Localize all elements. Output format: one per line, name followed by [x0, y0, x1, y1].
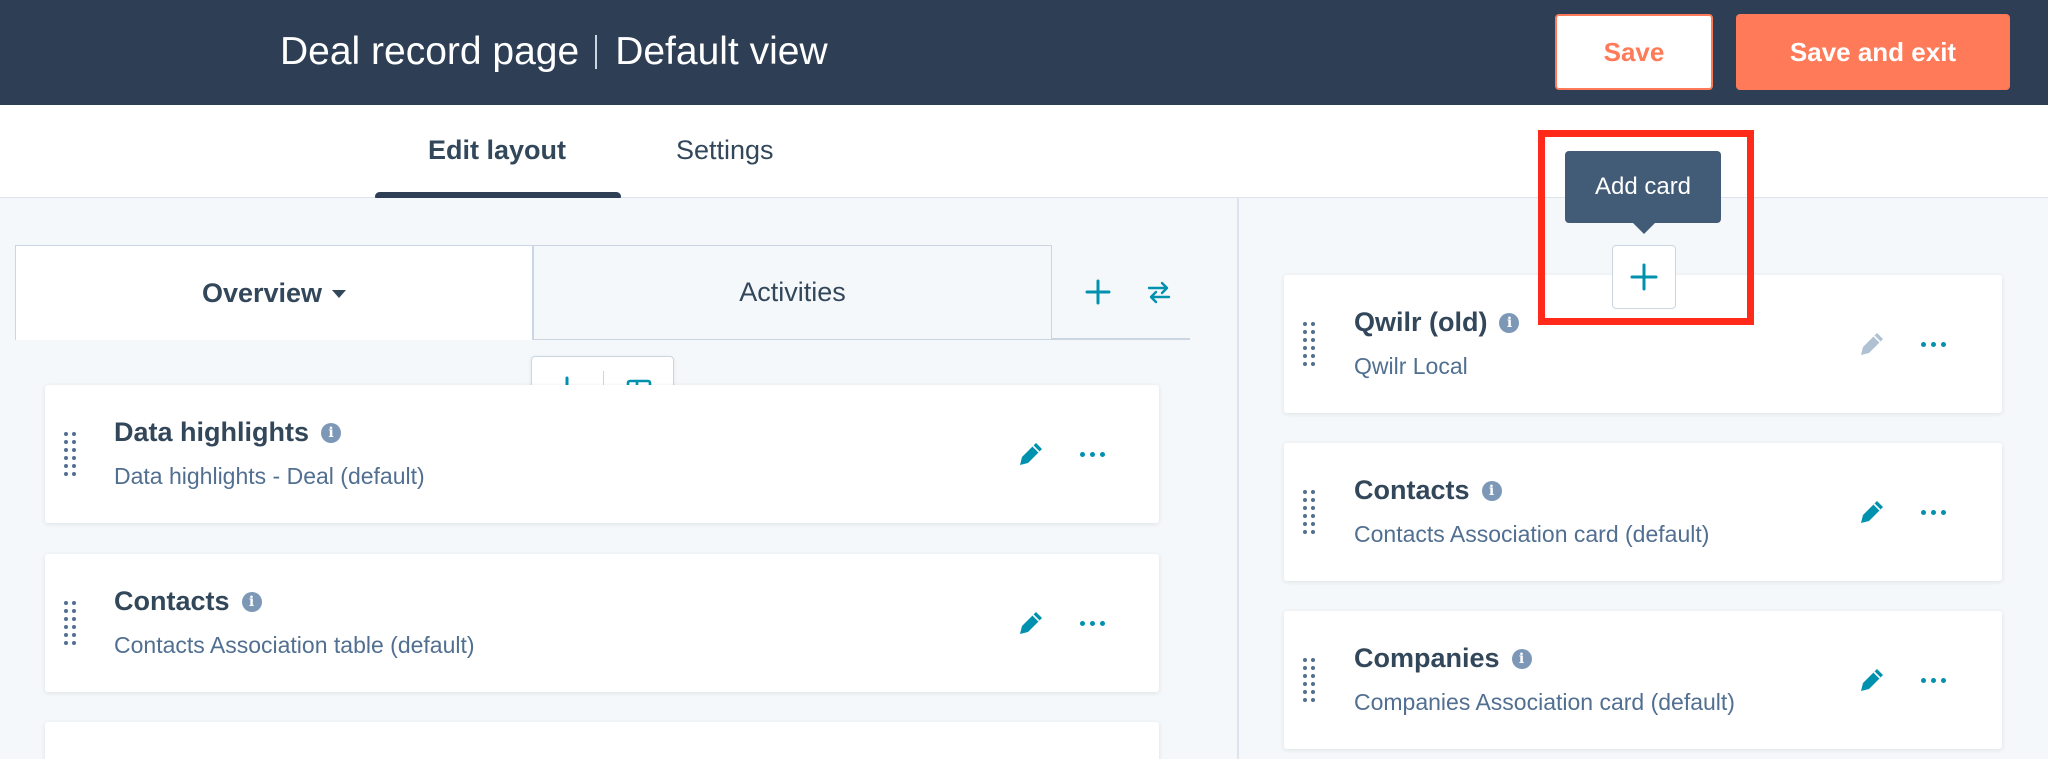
- tab-activities-label: Activities: [739, 277, 846, 307]
- annotation-highlight-box: [1538, 130, 1754, 325]
- more-icon-dot: [1920, 677, 1926, 683]
- card-subtitle: Qwilr Local: [1354, 353, 1468, 379]
- edit-card-button-disabled[interactable]: [1855, 327, 1889, 361]
- column-divider: [1237, 198, 1239, 759]
- more-icon-dot: [1099, 451, 1105, 457]
- edit-card-button[interactable]: [1014, 437, 1048, 471]
- pencil-icon: [1020, 443, 1042, 465]
- info-icon[interactable]: i: [1511, 648, 1532, 669]
- more-icon-dot: [1089, 620, 1095, 626]
- drag-handle-icon[interactable]: [1302, 656, 1316, 704]
- drag-handle-icon[interactable]: [63, 430, 77, 478]
- tab-overview-label: Overview: [201, 277, 323, 308]
- save-and-exit-button[interactable]: Save and exit: [1736, 14, 2010, 90]
- card-title-text: Companies: [1354, 643, 1500, 673]
- edit-card-button[interactable]: [1855, 663, 1889, 697]
- chevron-down-icon: [332, 290, 347, 298]
- more-options-button[interactable]: [1075, 437, 1109, 471]
- info-icon[interactable]: i: [1481, 480, 1502, 501]
- tab-activities[interactable]: Activities: [533, 245, 1052, 340]
- page-title-record: Deal record page: [280, 30, 580, 73]
- card-contacts-left[interactable]: Contacts i Contacts Association table (d…: [45, 554, 1159, 692]
- card-subtitle: Companies Association card (default): [1354, 689, 1735, 715]
- tab-edit-layout[interactable]: Edit layout: [428, 135, 566, 166]
- pencil-icon: [1861, 333, 1883, 355]
- more-icon-dot: [1920, 509, 1926, 515]
- plus-icon: [1085, 279, 1111, 305]
- card-title-text: Data highlights: [114, 417, 309, 447]
- card-data-highlights[interactable]: Data highlights i Data highlights - Deal…: [45, 385, 1159, 523]
- more-icon-dot: [1930, 509, 1936, 515]
- page-title-view: Default view: [615, 30, 828, 73]
- more-options-button[interactable]: [1916, 327, 1950, 361]
- card-title-text: Qwilr (old): [1354, 307, 1488, 337]
- card-title: Contacts i: [114, 586, 262, 617]
- card-contacts-right[interactable]: Contacts i Contacts Association card (de…: [1284, 443, 2002, 581]
- more-icon-dot: [1079, 451, 1085, 457]
- tab-overview[interactable]: Overview: [15, 245, 533, 340]
- card-subtitle: Contacts Association card (default): [1354, 521, 1710, 547]
- drag-handle-icon[interactable]: [1302, 488, 1316, 536]
- card-title-text: Contacts: [1354, 475, 1470, 505]
- more-icon-dot: [1079, 620, 1085, 626]
- more-icon-dot: [1930, 677, 1936, 683]
- reorder-tabs-button[interactable]: [1139, 272, 1179, 312]
- drag-handle-icon[interactable]: [1302, 320, 1316, 368]
- more-icon-dot: [1940, 509, 1946, 515]
- card-subtitle: Data highlights - Deal (default): [114, 463, 425, 489]
- card-subtitle: Contacts Association table (default): [114, 632, 475, 658]
- info-icon[interactable]: i: [321, 422, 341, 443]
- more-options-button[interactable]: [1916, 495, 1950, 529]
- more-icon-dot: [1940, 677, 1946, 683]
- card-title: Companies i: [1354, 643, 1532, 674]
- info-icon[interactable]: i: [1499, 312, 1520, 333]
- more-options-button[interactable]: [1075, 606, 1109, 640]
- card-partial[interactable]: [45, 722, 1159, 759]
- card-companies[interactable]: Companies i Companies Association card (…: [1284, 611, 2002, 749]
- page-title: Deal record page Default view: [280, 26, 828, 78]
- save-button[interactable]: Save: [1555, 14, 1713, 90]
- card-title: Contacts i: [1354, 475, 1502, 506]
- more-options-button[interactable]: [1916, 663, 1950, 697]
- more-icon-dot: [1930, 341, 1936, 347]
- more-icon-dot: [1089, 451, 1095, 457]
- info-icon[interactable]: i: [241, 591, 262, 612]
- edit-card-button[interactable]: [1014, 606, 1048, 640]
- more-icon-dot: [1099, 620, 1105, 626]
- card-title: Data highlights i: [114, 417, 341, 448]
- more-icon-dot: [1920, 341, 1926, 347]
- tab-settings[interactable]: Settings: [676, 135, 774, 166]
- top-bar: Deal record page Default view Save Save …: [0, 0, 2048, 105]
- pencil-icon: [1861, 669, 1883, 691]
- tab-bar-border: [1052, 338, 1190, 340]
- drag-handle-icon[interactable]: [63, 599, 77, 647]
- edit-card-button[interactable]: [1855, 495, 1889, 529]
- title-separator: [595, 35, 598, 69]
- pencil-icon: [1861, 501, 1883, 523]
- pencil-icon: [1020, 612, 1042, 634]
- swap-arrows-icon: [1147, 281, 1171, 304]
- more-icon-dot: [1940, 341, 1946, 347]
- add-tab-button[interactable]: [1078, 272, 1118, 312]
- card-title-text: Contacts: [114, 586, 230, 616]
- card-title: Qwilr (old) i: [1354, 307, 1520, 338]
